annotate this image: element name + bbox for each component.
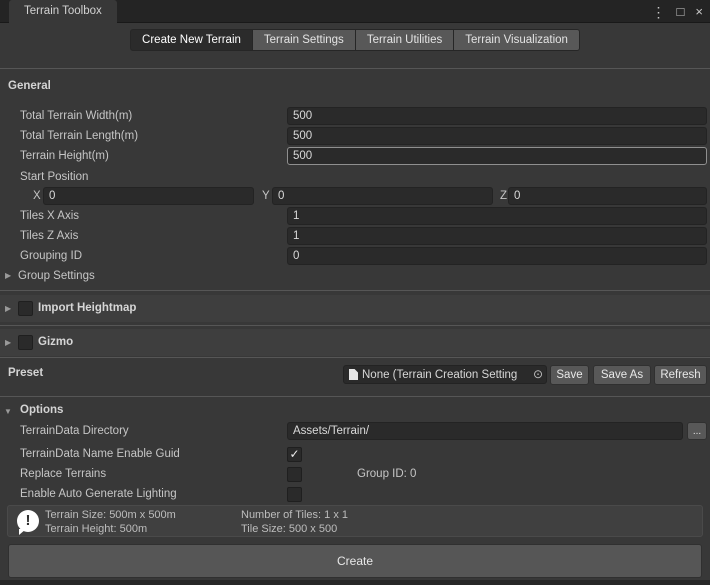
tiles-z-axis-label: Tiles Z Axis [20,230,78,242]
summary-right-column: Number of Tiles: 1 x 1 Tile Size: 500 x … [241,508,348,536]
summary-help-box: ! Terrain Size: 500m x 500m Terrain Heig… [7,505,703,537]
general-heading: General [8,80,51,92]
summary-left-column: Terrain Size: 500m x 500m Terrain Height… [45,508,176,536]
section-gizmo[interactable]: ▶ Gizmo [0,329,710,356]
tiles-z-axis-row: Tiles Z Axis [0,227,710,247]
refresh-button[interactable]: Refresh [654,365,707,385]
grouping-id-label: Grouping ID [20,250,82,262]
separator [0,290,710,291]
total-terrain-length-label: Total Terrain Length(m) [20,130,138,142]
menu-kebab-icon[interactable]: ⋮ [652,5,666,19]
name-enable-guid-row: TerrainData Name Enable Guid ✓ [0,445,710,465]
foldout-collapsed-icon[interactable]: ▶ [5,271,11,280]
options-foldout[interactable]: ▼ Options [0,403,710,423]
replace-terrains-row: Replace Terrains Group ID: 0 [0,465,710,485]
preset-row: Preset None (Terrain Creation Setting ⊙ … [0,365,710,385]
start-position-y-input[interactable] [272,187,493,205]
terrain-height-label: Terrain Height(m) [20,150,109,162]
terrain-toolbox-window: Terrain Toolbox ⋮ □ × Create New Terrain… [0,0,710,585]
window-tab-terrain-toolbox[interactable]: Terrain Toolbox [9,0,117,23]
window-controls: ⋮ □ × [652,0,703,23]
separator [0,357,710,358]
options-heading: Options [20,404,63,416]
total-terrain-width-label: Total Terrain Width(m) [20,110,132,122]
window-titlebar: Terrain Toolbox ⋮ □ × [0,0,710,23]
foldout-collapsed-icon[interactable]: ▶ [5,338,11,347]
replace-terrains-checkbox[interactable] [287,467,302,482]
save-button[interactable]: Save [550,365,589,385]
foldout-expanded-icon[interactable]: ▼ [4,407,12,416]
replace-terrains-label: Replace Terrains [20,468,106,480]
tiles-x-axis-label: Tiles X Axis [20,210,79,222]
tile-size-readout: Tile Size: 500 x 500 [241,522,348,536]
x-axis-label: X [33,190,41,202]
total-terrain-width-row: Total Terrain Width(m) [0,107,710,127]
tiles-z-axis-input[interactable] [287,227,707,245]
checkmark-icon: ✓ [289,447,299,461]
start-position-label: Start Position [20,171,88,183]
number-of-tiles-readout: Number of Tiles: 1 x 1 [241,508,348,522]
group-settings-label: Group Settings [18,270,95,282]
tab-terrain-settings[interactable]: Terrain Settings [252,29,356,51]
terraindata-directory-label: TerrainData Directory [20,425,129,437]
separator [0,396,710,397]
create-button[interactable]: Create [8,544,702,578]
total-terrain-width-input[interactable] [287,107,707,125]
group-settings-foldout[interactable]: ▶ Group Settings [0,267,710,287]
foldout-collapsed-icon[interactable]: ▶ [5,304,11,313]
start-position-xyz-row: X Y Z [0,187,710,207]
start-position-x-input[interactable] [43,187,254,205]
maximize-icon[interactable]: □ [677,5,685,18]
tab-create-new-terrain[interactable]: Create New Terrain [130,29,253,51]
start-position-row: Start Position [0,168,710,188]
tiles-x-axis-row: Tiles X Axis [0,207,710,227]
terraindata-directory-input[interactable] [287,422,683,440]
auto-generate-lighting-checkbox[interactable] [287,487,302,502]
info-icon: ! [17,510,39,532]
window-title: Terrain Toolbox [24,5,102,17]
group-id-readout: Group ID: 0 [357,468,416,480]
y-axis-label: Y [262,190,270,202]
separator [0,68,710,69]
gizmo-label: Gizmo [38,336,73,348]
total-terrain-length-row: Total Terrain Length(m) [0,127,710,147]
object-picker-icon[interactable]: ⊙ [530,366,546,383]
auto-generate-lighting-row: Enable Auto Generate Lighting [0,485,710,505]
terrain-size-readout: Terrain Size: 500m x 500m [45,508,176,522]
gizmo-checkbox[interactable] [18,335,33,350]
auto-generate-lighting-label: Enable Auto Generate Lighting [20,488,177,500]
terrain-height-input[interactable] [287,147,707,165]
grouping-id-input[interactable] [287,247,707,265]
total-terrain-length-input[interactable] [287,127,707,145]
section-import-heightmap[interactable]: ▶ Import Heightmap [0,295,710,322]
tiles-x-axis-input[interactable] [287,207,707,225]
save-as-button[interactable]: Save As [593,365,651,385]
grouping-id-row: Grouping ID [0,247,710,267]
window-bottom-edge [0,580,710,585]
close-icon[interactable]: × [695,5,703,18]
z-axis-label: Z [500,190,507,202]
browse-button[interactable]: ... [687,422,707,440]
separator [0,325,710,326]
toolbox-mode-tabs: Create New Terrain Terrain Settings Terr… [0,29,710,51]
preset-value: None (Terrain Creation Setting [362,369,530,381]
import-heightmap-label: Import Heightmap [38,302,136,314]
terrain-height-row: Terrain Height(m) [0,147,710,167]
name-enable-guid-checkbox[interactable]: ✓ [287,447,302,462]
preset-object-field[interactable]: None (Terrain Creation Setting ⊙ [343,365,547,384]
name-enable-guid-label: TerrainData Name Enable Guid [20,448,180,460]
import-heightmap-checkbox[interactable] [18,301,33,316]
tab-terrain-visualization[interactable]: Terrain Visualization [453,29,580,51]
tab-terrain-utilities[interactable]: Terrain Utilities [355,29,454,51]
preset-label: Preset [8,367,43,379]
terrain-height-readout: Terrain Height: 500m [45,522,176,536]
preset-asset-icon [349,369,358,380]
terraindata-directory-row: TerrainData Directory ... [0,422,710,442]
start-position-z-input[interactable] [508,187,707,205]
